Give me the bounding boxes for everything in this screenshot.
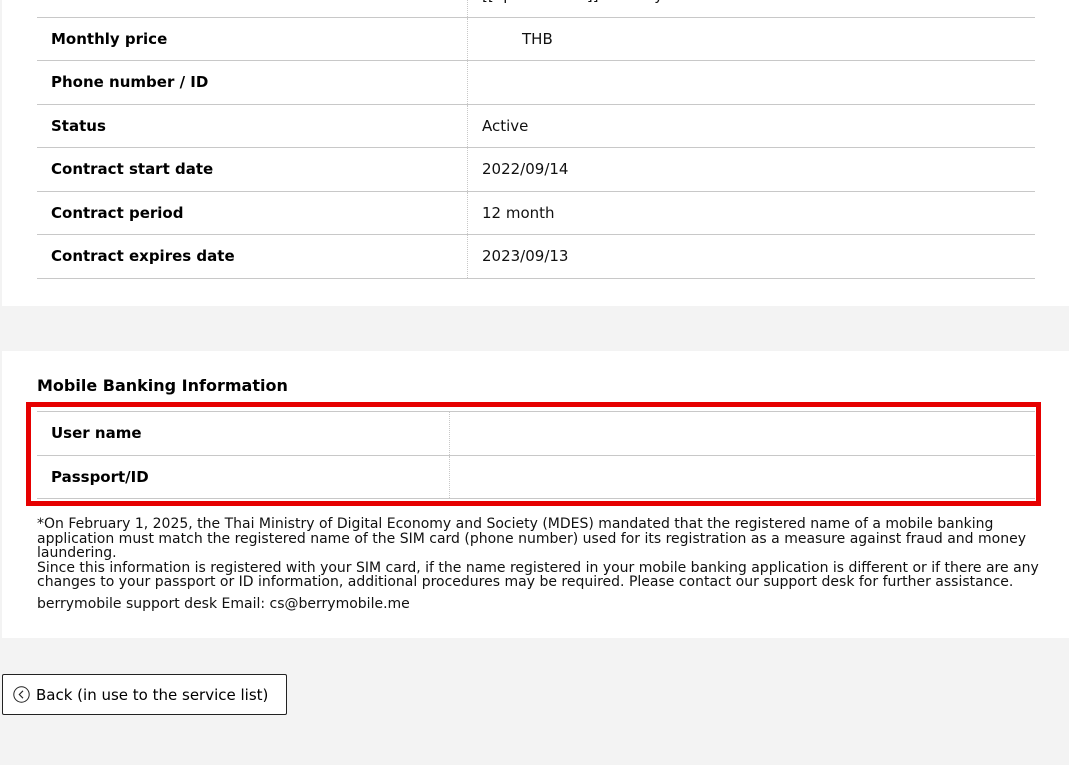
- mdes-notice: *On February 1, 2025, the Thai Ministry …: [37, 517, 1042, 590]
- contract-period-label: Contract period: [37, 191, 468, 235]
- phone-number-value: [467, 60, 1035, 105]
- status-value: Active: [467, 104, 1035, 148]
- contract-start-value: 2022/09/14: [467, 147, 1035, 192]
- contract-expires-label: Contract expires date: [37, 234, 468, 279]
- table-row: Status Active: [37, 104, 1035, 148]
- table-row: Contract expires date 2023/09/13: [37, 234, 1035, 279]
- back-button-label: Back (in use to the service list): [36, 685, 269, 704]
- contract-expires-value: 2023/09/13: [467, 234, 1035, 279]
- section-title: Mobile Banking Information: [37, 376, 288, 395]
- chevron-left-circle-icon: [13, 686, 30, 703]
- notice-paragraph-2: Since this information is registered wit…: [37, 559, 1039, 590]
- plan-details-table: Plan name [[Special Rate]] Thank you Pla…: [37, 0, 1035, 279]
- table-row: Plan name [[Special Rate]] Thank you Pla…: [37, 0, 1035, 18]
- user-name-value: [449, 411, 1035, 456]
- table-row: Monthly price THB: [37, 17, 1035, 61]
- table-row: User name: [37, 411, 1035, 456]
- contract-period-value: 12 month: [467, 191, 1035, 235]
- plan-name-value: [[Special Rate]] Thank you Plan: [467, 0, 1035, 18]
- mobile-banking-table: User name Passport/ID: [37, 411, 1035, 499]
- table-row: Passport/ID: [37, 455, 1035, 499]
- notice-paragraph-1: *On February 1, 2025, the Thai Ministry …: [37, 516, 1026, 561]
- table-row: Contract start date 2022/09/14: [37, 147, 1035, 192]
- plan-name-label: Plan name: [37, 0, 468, 18]
- passport-id-value: [449, 455, 1035, 499]
- table-row: Contract period 12 month: [37, 191, 1035, 235]
- monthly-price-label: Monthly price: [37, 17, 468, 61]
- plan-details-section: Plan name [[Special Rate]] Thank you Pla…: [2, 0, 1069, 306]
- user-name-label: User name: [37, 411, 450, 456]
- table-row: Phone number / ID: [37, 60, 1035, 105]
- back-button[interactable]: Back (in use to the service list): [2, 674, 287, 715]
- monthly-price-value: THB: [467, 17, 1035, 61]
- mobile-banking-section: Mobile Banking Information User name Pas…: [2, 351, 1069, 638]
- phone-number-label: Phone number / ID: [37, 60, 468, 105]
- support-contact: berrymobile support desk Email: cs@berry…: [37, 596, 410, 612]
- passport-id-label: Passport/ID: [37, 455, 450, 499]
- contract-start-label: Contract start date: [37, 147, 468, 192]
- status-label: Status: [37, 104, 468, 148]
